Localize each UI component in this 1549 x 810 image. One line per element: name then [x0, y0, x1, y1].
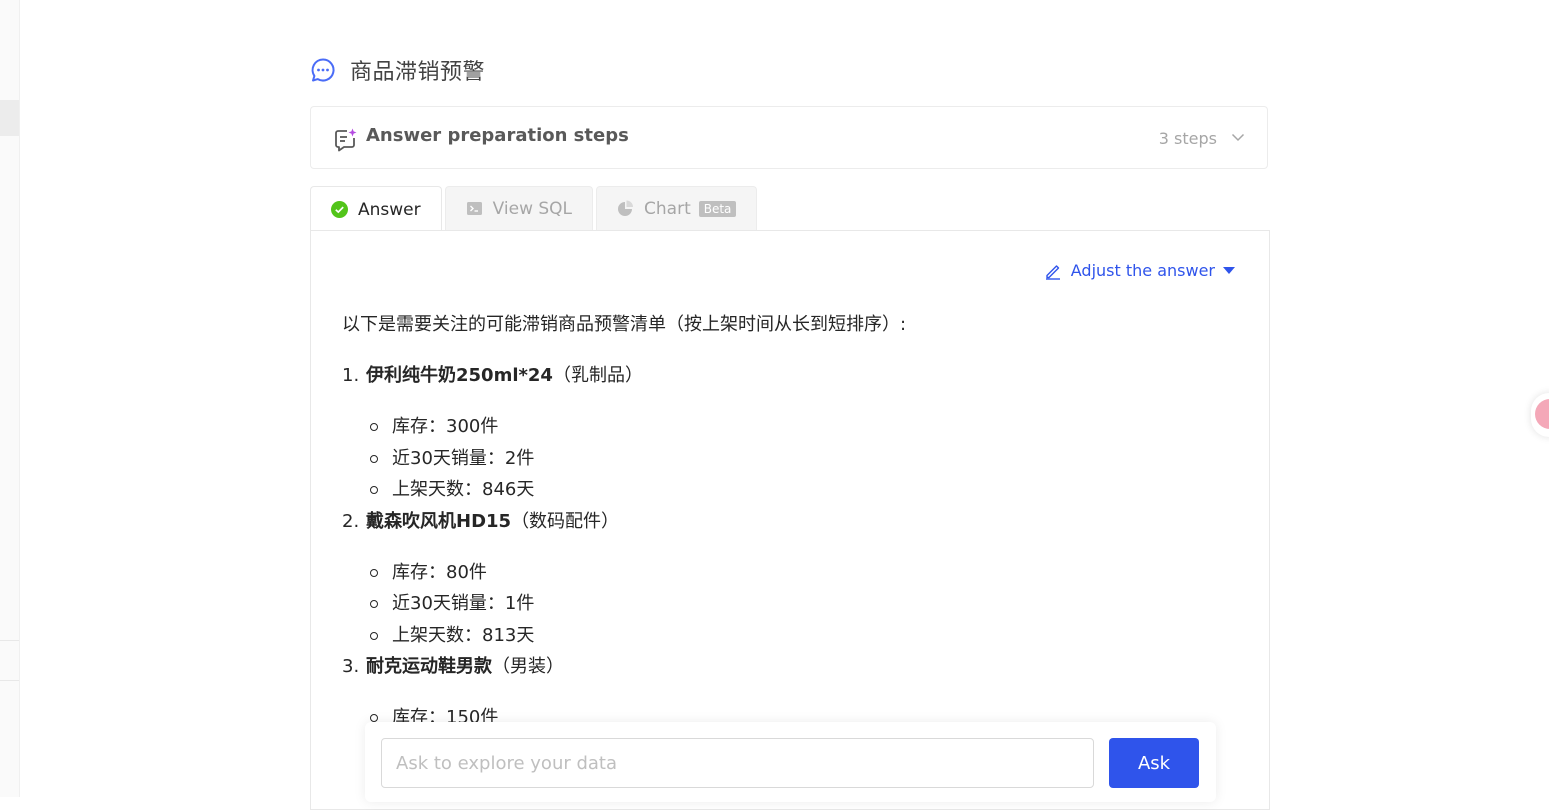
- item-category: （乳制品）: [552, 365, 643, 386]
- sidebar-divider: [0, 640, 19, 641]
- beta-badge: Beta: [698, 200, 737, 217]
- result-tabs: Answer View SQL Chart Beta: [310, 186, 760, 232]
- sparkle-message-icon: [333, 127, 357, 152]
- item-number: 1.: [342, 365, 360, 386]
- chevron-down-icon[interactable]: [1231, 129, 1245, 143]
- ask-bar: Ask: [365, 722, 1216, 802]
- item-name: 伊利纯牛奶250ml*24: [366, 365, 553, 386]
- floating-assistant-widget[interactable]: [1531, 393, 1549, 437]
- caret-down-icon: [1223, 267, 1235, 274]
- ask-input[interactable]: [381, 738, 1094, 788]
- list-item: 2. 戴森吹风机HD15 （数码配件） 库存：80件 近30天销量：1件 上架天…: [342, 506, 1222, 652]
- steps-count: 3 steps: [1158, 129, 1217, 148]
- detail-days-listed: 上架天数：813天: [370, 620, 1222, 652]
- list-item: 1. 伊利纯牛奶250ml*24 （乳制品） 库存：300件 近30天销量：2件…: [342, 360, 1222, 506]
- detail-sales-30d: 近30天销量：2件: [370, 443, 1222, 475]
- detail-stock: 库存：80件: [370, 557, 1222, 589]
- assistant-icon: [1535, 399, 1549, 429]
- question-header: 商品滞销预警: [310, 54, 485, 86]
- detail-days-listed: 上架天数：846天: [370, 474, 1222, 506]
- item-number: 2.: [342, 510, 360, 532]
- answer-preparation-steps[interactable]: Answer preparation steps 3 steps: [310, 106, 1268, 169]
- adjust-answer-label: Adjust the answer: [1070, 261, 1215, 280]
- item-number: 3.: [342, 656, 360, 677]
- detail-sales-30d: 近30天销量：1件: [370, 588, 1222, 620]
- tab-answer[interactable]: Answer: [310, 186, 442, 232]
- sidebar-divider: [0, 680, 19, 681]
- terminal-icon: [466, 200, 483, 217]
- item-title: 3. 耐克运动鞋男款 （男装）: [342, 651, 1222, 682]
- answer-content: 以下是需要关注的可能滞销商品预警清单（按上架时间从长到短排序）: 1. 伊利纯牛…: [342, 309, 1222, 734]
- pencil-icon: [1044, 262, 1062, 280]
- item-title: 1. 伊利纯牛奶250ml*24 （乳制品）: [342, 360, 1222, 391]
- tab-label: Answer: [358, 199, 421, 220]
- left-sidebar: [0, 0, 20, 797]
- pie-chart-icon: [617, 200, 634, 217]
- item-details: 库存：80件 近30天销量：1件 上架天数：813天: [342, 557, 1222, 652]
- tab-view-sql[interactable]: View SQL: [444, 186, 594, 230]
- tab-chart[interactable]: Chart Beta: [596, 186, 758, 230]
- check-circle-icon: [331, 201, 348, 218]
- adjust-answer-dropdown[interactable]: Adjust the answer: [1044, 261, 1235, 280]
- tab-label: View SQL: [492, 198, 573, 219]
- item-category: （数码配件）: [511, 510, 620, 532]
- detail-stock: 库存：300件: [370, 411, 1222, 443]
- steps-title: Answer preparation steps: [366, 125, 629, 146]
- ask-button[interactable]: Ask: [1109, 738, 1199, 788]
- item-title: 2. 戴森吹风机HD15 （数码配件）: [342, 506, 1222, 537]
- item-category: （男装）: [492, 656, 564, 677]
- tab-label: Chart: [644, 198, 691, 219]
- item-details: 库存：300件 近30天销量：2件 上架天数：846天: [342, 411, 1222, 506]
- answer-intro: 以下是需要关注的可能滞销商品预警清单（按上架时间从长到短排序）:: [342, 314, 907, 335]
- chat-bubble-icon: [310, 57, 336, 83]
- item-name: 戴森吹风机HD15: [366, 510, 512, 532]
- item-name: 耐克运动鞋男款: [366, 656, 492, 677]
- question-title: 商品滞销预警: [350, 60, 486, 85]
- sidebar-active-item[interactable]: [0, 100, 19, 136]
